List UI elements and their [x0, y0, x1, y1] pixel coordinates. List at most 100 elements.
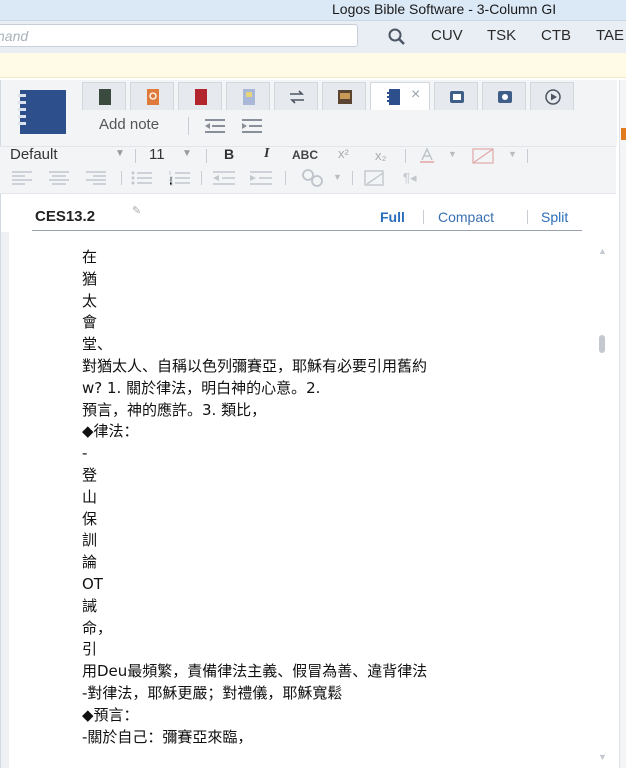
toolbar-divider: [527, 149, 528, 163]
note-line: 保: [82, 509, 98, 528]
note-line: -對律法，耶穌更嚴；對禮儀，耶穌寬鬆: [82, 683, 343, 702]
panel-tabs: ×: [82, 82, 616, 110]
highlight-icon[interactable]: [472, 148, 494, 164]
note-line: 堂、: [82, 335, 113, 354]
increase-indent-icon[interactable]: [248, 169, 274, 187]
bold-button[interactable]: B: [224, 146, 234, 162]
note-line: 誡: [82, 596, 98, 615]
insert-image-icon[interactable]: [363, 168, 387, 188]
scroll-down-icon[interactable]: ▼: [598, 752, 607, 762]
panel-icon: [498, 91, 512, 103]
font-color-icon[interactable]: [418, 147, 436, 165]
add-note-button[interactable]: Add note: [99, 116, 159, 133]
link-divider: [423, 210, 424, 224]
view-split-link[interactable]: Split: [541, 209, 568, 225]
note-line: 用Deu最頻繁，責備律法主義、假冒為善、違背律法: [82, 662, 428, 681]
title-bar: Logos Bible Software - 3-Column GI: [0, 0, 626, 21]
small-caps-button[interactable]: ABC: [292, 148, 318, 162]
tab-parallel[interactable]: [274, 82, 318, 110]
scroll-up-icon[interactable]: ▲: [598, 246, 607, 256]
indent-icon[interactable]: [240, 117, 264, 135]
chevron-down-icon[interactable]: ▼: [508, 149, 517, 159]
note-content[interactable]: 在 猶 太 會 堂、 對猶太人、自稱以色列彌賽亞，耶穌有必要引用舊約 w? 1.…: [82, 247, 587, 748]
outdent-icon[interactable]: [203, 117, 227, 135]
window-title: Logos Bible Software - 3-Column GI: [332, 1, 557, 17]
tab-resource-4[interactable]: [226, 82, 270, 110]
note-line: 在: [82, 248, 98, 266]
note-line: 訓: [82, 531, 98, 550]
toolbar-divider: [206, 149, 207, 163]
tab-resource-3[interactable]: [178, 82, 222, 110]
swap-arrows-icon: [290, 90, 304, 104]
tab-notes-active[interactable]: ×: [370, 82, 430, 110]
adjacent-panel-edge: [619, 80, 626, 768]
tab-resource-6[interactable]: [322, 82, 366, 110]
bullet-list-icon[interactable]: [130, 169, 154, 187]
subscript-button[interactable]: x₂: [375, 148, 387, 163]
note-line: 猶: [82, 269, 98, 288]
note-gutter: [1, 232, 9, 768]
note-line: OT: [82, 574, 103, 593]
note-line: 會: [82, 313, 98, 332]
decrease-indent-icon[interactable]: [211, 169, 237, 187]
tab-resource-2[interactable]: [130, 82, 174, 110]
tab-media[interactable]: [530, 82, 574, 110]
italic-button[interactable]: I: [264, 146, 269, 162]
shortcut-tae[interactable]: TAE: [596, 27, 624, 44]
command-input[interactable]: nand: [0, 24, 358, 47]
note-line: 命，: [82, 618, 113, 637]
toolbar-divider: [135, 149, 136, 163]
panel-icon: [450, 91, 464, 103]
notebook-icon[interactable]: [14, 88, 68, 136]
view-compact-link[interactable]: Compact: [438, 209, 494, 225]
link-icon[interactable]: [300, 168, 326, 188]
note-line: 論: [82, 553, 98, 572]
notebook-icon: [387, 89, 400, 105]
note-line: 山: [82, 487, 98, 506]
link-divider: [527, 210, 528, 224]
align-center-icon[interactable]: [47, 169, 71, 187]
numbered-list-icon[interactable]: [168, 169, 192, 187]
align-left-icon[interactable]: [10, 169, 34, 187]
edit-pencil-icon[interactable]: ✎: [132, 204, 141, 217]
accent-marker: [621, 128, 626, 140]
chevron-down-icon[interactable]: ▼: [182, 148, 192, 159]
header-underline: [32, 230, 582, 231]
note-line: 引: [82, 640, 98, 659]
note-line: 對猶太人、自稱以色列彌賽亞，耶穌有必要引用舊約: [82, 356, 428, 375]
tab-resource-9[interactable]: [482, 82, 526, 110]
play-icon: [545, 89, 561, 105]
superscript-button[interactable]: x²: [338, 146, 349, 161]
command-bar: nand CUV TSK CTB TAE: [0, 21, 626, 53]
tab-resource-1[interactable]: [82, 82, 126, 110]
shortcut-cuv[interactable]: CUV: [431, 27, 463, 44]
chevron-down-icon[interactable]: ▼: [115, 148, 125, 159]
tab-resource-8[interactable]: [434, 82, 478, 110]
pilcrow-icon[interactable]: ¶◂: [403, 170, 417, 186]
font-size-dropdown[interactable]: 11: [149, 146, 165, 163]
search-icon[interactable]: [386, 26, 408, 48]
shortcut-ctb[interactable]: CTB: [541, 27, 571, 44]
note-line: 登: [82, 465, 98, 484]
book-icon: [99, 89, 111, 105]
shortcut-tsk[interactable]: TSK: [487, 27, 516, 44]
align-right-icon[interactable]: [84, 169, 108, 187]
note-line: -: [82, 444, 88, 463]
chevron-down-icon[interactable]: ▼: [333, 172, 342, 182]
note-line: w? 1. 關於律法，明白神的心意。2.: [82, 378, 321, 397]
book-icon: [338, 90, 352, 104]
scrollbar-thumb[interactable]: [599, 335, 605, 353]
style-dropdown[interactable]: Default: [10, 146, 58, 163]
toolbar-divider: [352, 171, 353, 185]
note-reference[interactable]: CES13.2: [35, 208, 95, 225]
toolbar-divider: [285, 171, 286, 185]
vertical-scrollbar[interactable]: [596, 245, 606, 765]
close-tab-icon[interactable]: ×: [411, 86, 420, 104]
book-icon: [147, 89, 159, 105]
chevron-down-icon[interactable]: ▼: [448, 149, 457, 159]
note-line: -關於自己：彌賽亞來臨，: [82, 727, 253, 746]
view-full-link[interactable]: Full: [380, 209, 405, 225]
note-line: 太: [82, 291, 98, 310]
toolbar-divider: [405, 149, 406, 163]
note-line: ◆律法：: [82, 422, 139, 441]
